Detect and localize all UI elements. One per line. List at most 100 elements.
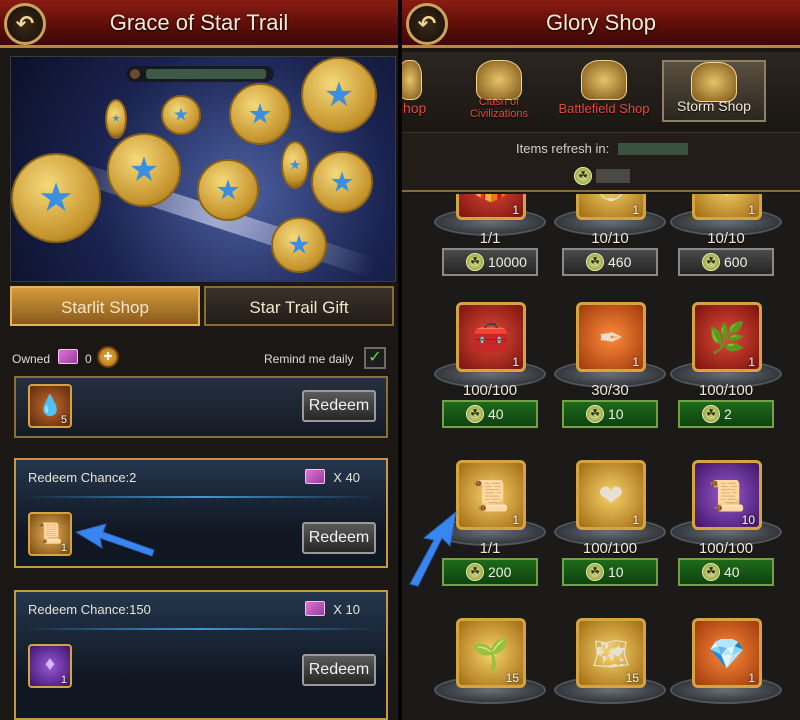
item-quantity: 1	[748, 355, 755, 369]
pointer-arrow	[409, 510, 457, 587]
header: ↶ Glory Shop	[402, 0, 800, 48]
ticket-icon	[305, 469, 326, 484]
tab-star-trail-gift[interactable]: Star Trail Gift	[204, 286, 394, 326]
tab-clash-of-civilizations[interactable]: Clash of Civilizations	[454, 60, 544, 122]
redeem-chance: Redeem Chance:2	[28, 470, 137, 485]
box-icon[interactable]: 💎 1	[692, 618, 762, 688]
item-stock: 100/100	[582, 540, 638, 557]
buy-button[interactable]: ☘ 40	[678, 558, 774, 586]
buy-button[interactable]: ☘ 2	[678, 400, 774, 428]
armor-icon[interactable]: ⚜1	[692, 194, 762, 220]
item-stock: 100/100	[698, 540, 754, 557]
tab-shop[interactable]: Shop	[402, 60, 438, 122]
header: ↶ Grace of Star Trail	[0, 0, 398, 48]
pointer-arrow	[74, 523, 155, 557]
star-coin: ★	[301, 57, 377, 133]
item-price: 10	[608, 406, 624, 422]
item-quantity: 1	[748, 671, 755, 685]
glory-shop-panel: ↶ Glory Shop Shop Clash of Civilizations…	[402, 0, 800, 720]
item-price: 460	[608, 254, 632, 270]
item-stock: 30/30	[591, 382, 629, 399]
ticket-icon	[305, 601, 326, 616]
buy-button[interactable]: ☘ 10	[562, 558, 658, 586]
redeem-chance: Redeem Chance:150	[28, 602, 151, 617]
seed-icon[interactable]: 🌱 15	[456, 618, 526, 688]
player-name-bar	[126, 66, 274, 82]
item-stock: 10/10	[707, 230, 745, 247]
buy-button[interactable]: ☘ 460	[562, 248, 658, 276]
glory-coin-icon: ☘	[586, 405, 604, 423]
quill-icon[interactable]: ✒ 1	[576, 302, 646, 372]
owned-label: Owned	[12, 352, 51, 366]
divider	[24, 628, 378, 630]
buy-button[interactable]: ☘ 10	[562, 400, 658, 428]
refresh-time	[618, 143, 688, 155]
refresh-label: Items refresh in:	[516, 141, 610, 156]
heart-icon[interactable]: ❤ 1	[576, 460, 646, 530]
page-title: Glory Shop	[545, 10, 657, 35]
item-quantity: 1	[632, 513, 639, 527]
item-price: 40	[488, 406, 504, 422]
redeem-card: Redeem Chance:150 X 10 ♦ 1 Redeem	[14, 590, 388, 720]
drop-icon[interactable]: 💧 5	[28, 384, 72, 428]
item-quantity: 1	[512, 203, 519, 217]
glory-coin-icon: ☘	[586, 563, 604, 581]
tab-starlit-shop[interactable]: Starlit Shop	[10, 286, 200, 326]
scroll-icon[interactable]: 📜 1	[28, 512, 72, 556]
redeem-cost: X 10	[305, 601, 360, 617]
scales-icon	[581, 60, 627, 100]
star-coin: ★	[161, 95, 201, 135]
event-banner: ★ ★ ★ ★ ★ ★ ★ ★ ★ ★	[10, 56, 396, 282]
item-quantity: 10	[741, 513, 755, 527]
item-stock: 100/100	[462, 382, 518, 399]
item-price: 10	[608, 564, 624, 580]
branch-icon[interactable]: 🌿 1	[692, 302, 762, 372]
glory-coin-icon: ☘	[702, 405, 720, 423]
item-quantity: 1	[748, 203, 755, 217]
shop-tabs: Starlit Shop Star Trail Gift	[10, 286, 396, 326]
crystal-icon[interactable]: ♦ 1	[28, 644, 72, 688]
glory-coin-icon: ☘	[702, 253, 720, 271]
scroll-icon[interactable]: 📜 10	[692, 460, 762, 530]
item-price: 2	[724, 406, 732, 422]
redeem-button[interactable]: Redeem	[302, 654, 376, 686]
item-price: 10000	[488, 254, 527, 270]
remind-label: Remind me daily	[264, 352, 354, 366]
item-quantity: 15	[505, 671, 519, 685]
redeem-button[interactable]: Redeem	[302, 390, 376, 422]
buy-button[interactable]: ☘ 10000	[442, 248, 538, 276]
redeem-card: 💧 5 Redeem	[14, 376, 388, 438]
item-stock: 100/100	[698, 382, 754, 399]
divider	[24, 496, 378, 498]
glory-coin-icon: ☘	[466, 253, 484, 271]
glory-coin-icon: ☘	[586, 253, 604, 271]
redeem-button[interactable]: Redeem	[302, 522, 376, 554]
glory-coin-icon: ☘	[466, 563, 484, 581]
remind-daily-checkbox[interactable]: ✓	[364, 347, 386, 369]
glory-balance	[596, 169, 630, 183]
buy-button[interactable]: ☘ 600	[678, 248, 774, 276]
star-coin: ★	[281, 141, 309, 189]
owned-count: 0	[85, 352, 92, 366]
star-coin: ★	[271, 217, 327, 273]
item-quantity: 1	[512, 513, 519, 527]
star-coin: ★	[107, 133, 181, 207]
redeem-cost: X 40	[305, 469, 360, 485]
add-ticket-button[interactable]: +	[97, 346, 119, 368]
tab-storm-shop[interactable]: Storm Shop	[662, 60, 766, 122]
refresh-timer: Items refresh in: ☘	[402, 132, 800, 192]
scroll-icon[interactable]: 📜 1	[456, 460, 526, 530]
item-price: 40	[724, 564, 740, 580]
item-quantity: 1	[632, 203, 639, 217]
helmet-icon[interactable]: ⛑1	[576, 194, 646, 220]
owned-row: Owned 0 + Remind me daily ✓	[10, 344, 396, 372]
item-quantity: 15	[625, 671, 639, 685]
ticket-icon	[58, 349, 78, 364]
tab-battlefield-shop[interactable]: Battlefield Shop	[554, 60, 654, 122]
glory-coin-icon: ☘	[702, 563, 720, 581]
buy-button[interactable]: ☘ 40	[442, 400, 538, 428]
chest-icon[interactable]: 🧰 1	[456, 302, 526, 372]
gift-icon[interactable]: 🎁1	[456, 194, 526, 220]
item-quantity: 1	[512, 355, 519, 369]
map-icon[interactable]: 🗺 15	[576, 618, 646, 688]
